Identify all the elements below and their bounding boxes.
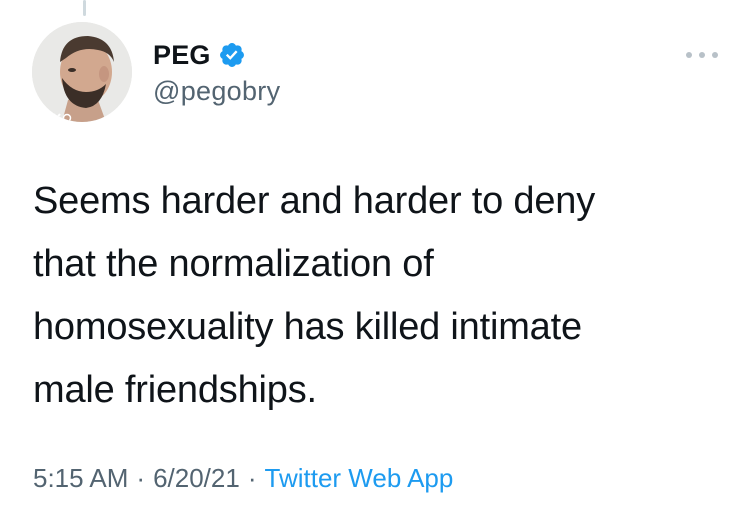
meta-separator: · (136, 463, 146, 493)
tweet-time[interactable]: 5:15 AM (33, 463, 128, 494)
tweet-text-line: male friendships. (33, 369, 317, 411)
verified-badge-icon (218, 41, 246, 69)
avatar[interactable] (32, 22, 132, 122)
tweet-text: Seems harder and harder to deny that the… (33, 170, 713, 422)
tweet-text-line: that the normalization of (33, 243, 434, 285)
tweet-text-line: Seems harder and harder to deny (33, 180, 596, 222)
meta-separator: · (247, 463, 257, 493)
tweet-metadata: 5:15 AM · 6/20/21 · Twitter Web App (33, 463, 453, 494)
more-horizontal-icon[interactable] (686, 50, 718, 60)
display-name-row: PEG (153, 40, 280, 70)
author-handle[interactable]: @pegobry (153, 76, 280, 107)
display-name[interactable]: PEG (153, 40, 211, 71)
thread-connector-line (83, 0, 86, 16)
tweet-date[interactable]: 6/20/21 (153, 463, 240, 494)
tweet-source-link[interactable]: Twitter Web App (265, 463, 454, 494)
more-dot (699, 52, 705, 58)
tweet-text-line: homosexuality has killed intimate (33, 306, 582, 348)
author-info: PEG @pegobry (153, 40, 280, 107)
more-dot (686, 52, 692, 58)
more-dot (712, 52, 718, 58)
avatar-photo (32, 22, 132, 122)
tweet-header: PEG @pegobry (32, 22, 722, 122)
